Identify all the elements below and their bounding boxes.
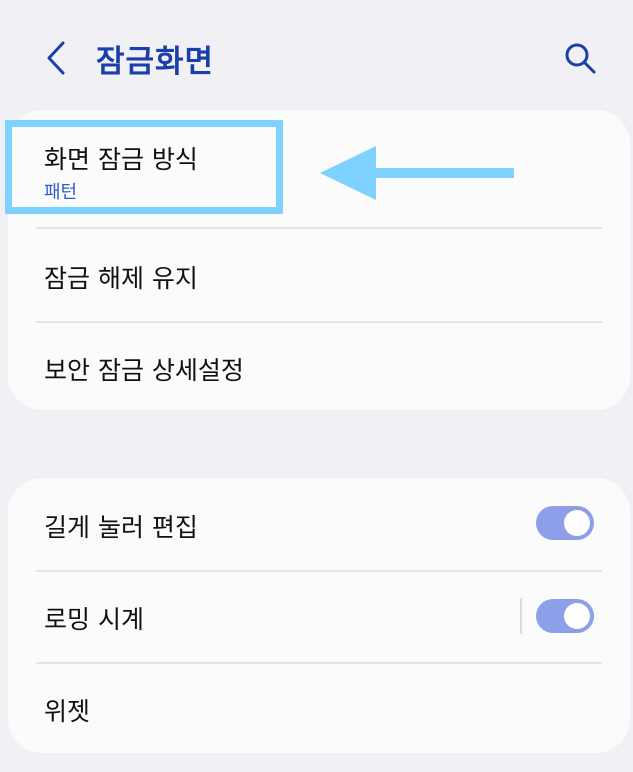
long-press-edit-row[interactable]: 길게 눌러 편집 xyxy=(8,478,630,570)
long-press-edit-label: 길게 눌러 편집 xyxy=(44,513,198,542)
widgets-label: 위젯 xyxy=(44,697,91,726)
separator xyxy=(520,598,522,634)
secure-lock-settings-row[interactable]: 보안 잠금 상세설정 xyxy=(8,323,630,410)
arrow-left-icon xyxy=(320,146,514,200)
toggle-knob xyxy=(564,603,590,629)
keep-unlocked-label: 잠금 해제 유지 xyxy=(44,264,198,293)
keep-unlocked-row[interactable]: 잠금 해제 유지 xyxy=(8,229,630,321)
highlight-box xyxy=(5,120,283,214)
header-bar: 잠금화면 xyxy=(0,0,633,110)
chevron-left-icon xyxy=(47,41,65,75)
roaming-clock-toggle[interactable] xyxy=(536,599,594,633)
search-button[interactable] xyxy=(560,38,600,78)
toggle-knob xyxy=(564,510,590,536)
roaming-clock-label: 로밍 시계 xyxy=(44,605,144,634)
search-icon xyxy=(565,43,596,74)
secure-lock-settings-label: 보안 잠금 상세설정 xyxy=(44,356,244,385)
long-press-edit-toggle[interactable] xyxy=(536,506,594,540)
page-title: 잠금화면 xyxy=(96,44,215,80)
widgets-row[interactable]: 위젯 xyxy=(8,664,630,753)
roaming-clock-row[interactable]: 로밍 시계 xyxy=(8,572,630,662)
back-button[interactable] xyxy=(38,38,74,78)
display-settings-card: 길게 눌러 편집 로밍 시계 위젯 xyxy=(8,478,630,753)
